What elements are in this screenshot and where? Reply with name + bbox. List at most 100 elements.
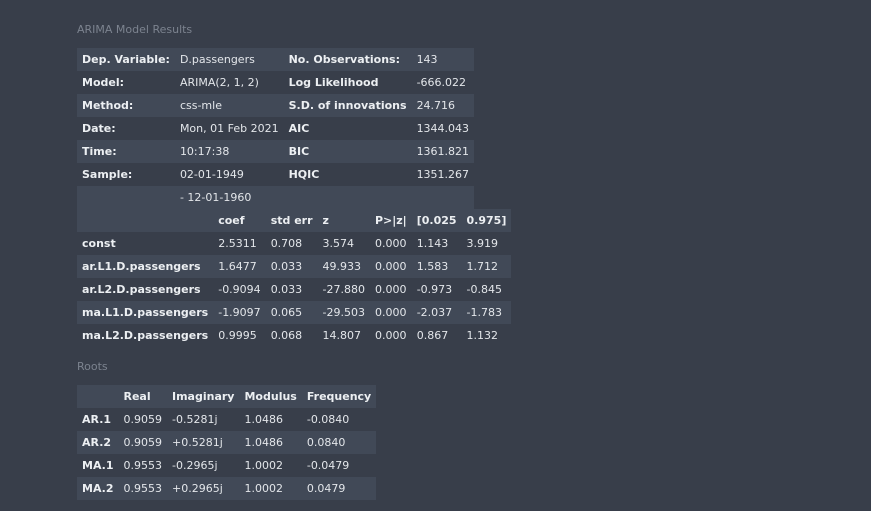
root-modulus: 1.0002 (244, 482, 283, 495)
coef-std-err: 0.068 (270, 329, 303, 342)
coef-header: [0.025 (416, 214, 457, 227)
summary-label: S.D. of innovations (288, 99, 407, 112)
coef-z: 14.807 (322, 329, 362, 342)
roots-table: Real Imaginary Modulus Frequency AR.1 0.… (77, 385, 377, 500)
coef-header: P>|z| (374, 214, 407, 227)
coef-z: -27.880 (322, 283, 365, 296)
coef-z: 3.574 (322, 237, 355, 250)
coef-header: std err (270, 214, 313, 227)
summary-row: Sample: 02-01-1949 HQIC 1351.267 (77, 163, 475, 186)
model-results-caption: ARIMA Model Results (77, 23, 193, 36)
summary-label: No. Observations: (288, 53, 400, 66)
coef-term: ar.L1.D.passengers (82, 260, 201, 273)
coef-z: -29.503 (322, 306, 365, 319)
coef-header-row: coef std err z P>|z| [0.025 0.975] (77, 209, 512, 232)
root-label: MA.2 (82, 482, 114, 495)
coef-std-err: 0.033 (270, 283, 303, 296)
coef-ci-low: 1.583 (416, 260, 449, 273)
roots-row: AR.2 0.9059 +0.5281j 1.0486 0.0840 (77, 431, 377, 454)
root-label: MA.1 (82, 459, 114, 472)
summary-label: Time: (82, 145, 117, 158)
root-imaginary: +0.5281j (172, 436, 223, 449)
coef-std-err: 0.033 (270, 260, 303, 273)
summary-row: Time: 10:17:38 BIC 1361.821 (77, 140, 475, 163)
coef-term: ma.L1.D.passengers (82, 306, 209, 319)
coef-ci-high: 3.919 (466, 237, 499, 250)
summary-label: BIC (288, 145, 310, 158)
root-frequency: 0.0479 (306, 482, 346, 495)
coef-row: ma.L1.D.passengers -1.9097 0.065 -29.503… (77, 301, 512, 324)
summary-value: 143 (416, 53, 438, 66)
summary-row: Date: Mon, 01 Feb 2021 AIC 1344.043 (77, 117, 475, 140)
coef-value: 0.9995 (218, 329, 257, 342)
summary-label: AIC (288, 122, 310, 135)
summary-value (412, 186, 475, 209)
summary-value: 1344.043 (416, 122, 470, 135)
roots-header (77, 385, 119, 408)
root-real: 0.9059 (123, 413, 163, 426)
coef-value: -0.9094 (218, 283, 261, 296)
coef-ci-high: -1.783 (466, 306, 502, 319)
summary-value: css-mle (179, 99, 222, 112)
summary-value: Mon, 01 Feb 2021 (179, 122, 279, 135)
summary-value: ARIMA(2, 1, 2) (179, 76, 259, 89)
model-summary-table: Dep. Variable: D.passengers No. Observat… (77, 48, 475, 209)
summary-label: Sample: (82, 168, 133, 181)
coef-term: ma.L2.D.passengers (82, 329, 209, 342)
coef-z: 49.933 (322, 260, 362, 273)
summary-value: D.passengers (179, 53, 255, 66)
coef-ci-high: -0.845 (466, 283, 502, 296)
roots-header: Modulus (244, 390, 297, 403)
summary-value: 1351.267 (416, 168, 470, 181)
summary-label: Dep. Variable: (82, 53, 170, 66)
root-frequency: -0.0840 (306, 413, 350, 426)
root-modulus: 1.0486 (244, 436, 283, 449)
root-label: AR.2 (82, 436, 112, 449)
roots-row: MA.2 0.9553 +0.2965j 1.0002 0.0479 (77, 477, 377, 500)
roots-row: MA.1 0.9553 -0.2965j 1.0002 -0.0479 (77, 454, 377, 477)
coef-value: 2.5311 (218, 237, 257, 250)
root-imaginary: -0.2965j (172, 459, 218, 472)
roots-header: Real (123, 390, 151, 403)
coef-p-value: 0.000 (374, 260, 407, 273)
coef-header: z (322, 214, 329, 227)
root-frequency: -0.0479 (306, 459, 350, 472)
root-imaginary: -0.5281j (172, 413, 218, 426)
summary-value: -666.022 (416, 76, 467, 89)
coef-header: coef (218, 214, 245, 227)
root-modulus: 1.0002 (244, 459, 283, 472)
summary-label: HQIC (288, 168, 320, 181)
root-imaginary: +0.2965j (172, 482, 223, 495)
summary-value: 02-01-1949 (179, 168, 244, 181)
coef-ci-high: 1.132 (466, 329, 499, 342)
coef-ci-high: 1.712 (466, 260, 499, 273)
summary-value: 24.716 (416, 99, 456, 112)
coef-row: ar.L1.D.passengers 1.6477 0.033 49.933 0… (77, 255, 512, 278)
root-real: 0.9553 (123, 459, 163, 472)
summary-label: Date: (82, 122, 116, 135)
summary-value: 1361.821 (416, 145, 470, 158)
coef-header: 0.975] (466, 214, 507, 227)
summary-row: Model: ARIMA(2, 1, 2) Log Likelihood -66… (77, 71, 475, 94)
coef-std-err: 0.065 (270, 306, 303, 319)
summary-value: 10:17:38 (179, 145, 230, 158)
coef-ci-low: -2.037 (416, 306, 453, 319)
roots-header-row: Real Imaginary Modulus Frequency (77, 385, 377, 408)
root-real: 0.9553 (123, 482, 163, 495)
coef-p-value: 0.000 (374, 329, 407, 342)
coef-row: ma.L2.D.passengers 0.9995 0.068 14.807 0… (77, 324, 512, 347)
coef-ci-low: -0.973 (416, 283, 453, 296)
coefficients-table: coef std err z P>|z| [0.025 0.975] const… (77, 209, 512, 347)
roots-row: AR.1 0.9059 -0.5281j 1.0486 -0.0840 (77, 408, 377, 431)
coef-header (77, 209, 213, 232)
coef-ci-low: 0.867 (416, 329, 449, 342)
coef-p-value: 0.000 (374, 306, 407, 319)
roots-header: Imaginary (172, 390, 235, 403)
coef-value: 1.6477 (218, 260, 257, 273)
roots-caption: Roots (77, 360, 108, 373)
summary-row: Method: css-mle S.D. of innovations 24.7… (77, 94, 475, 117)
roots-header: Frequency (306, 390, 372, 403)
root-real: 0.9059 (123, 436, 163, 449)
root-modulus: 1.0486 (244, 413, 283, 426)
summary-value: - 12-01-1960 (179, 191, 252, 204)
